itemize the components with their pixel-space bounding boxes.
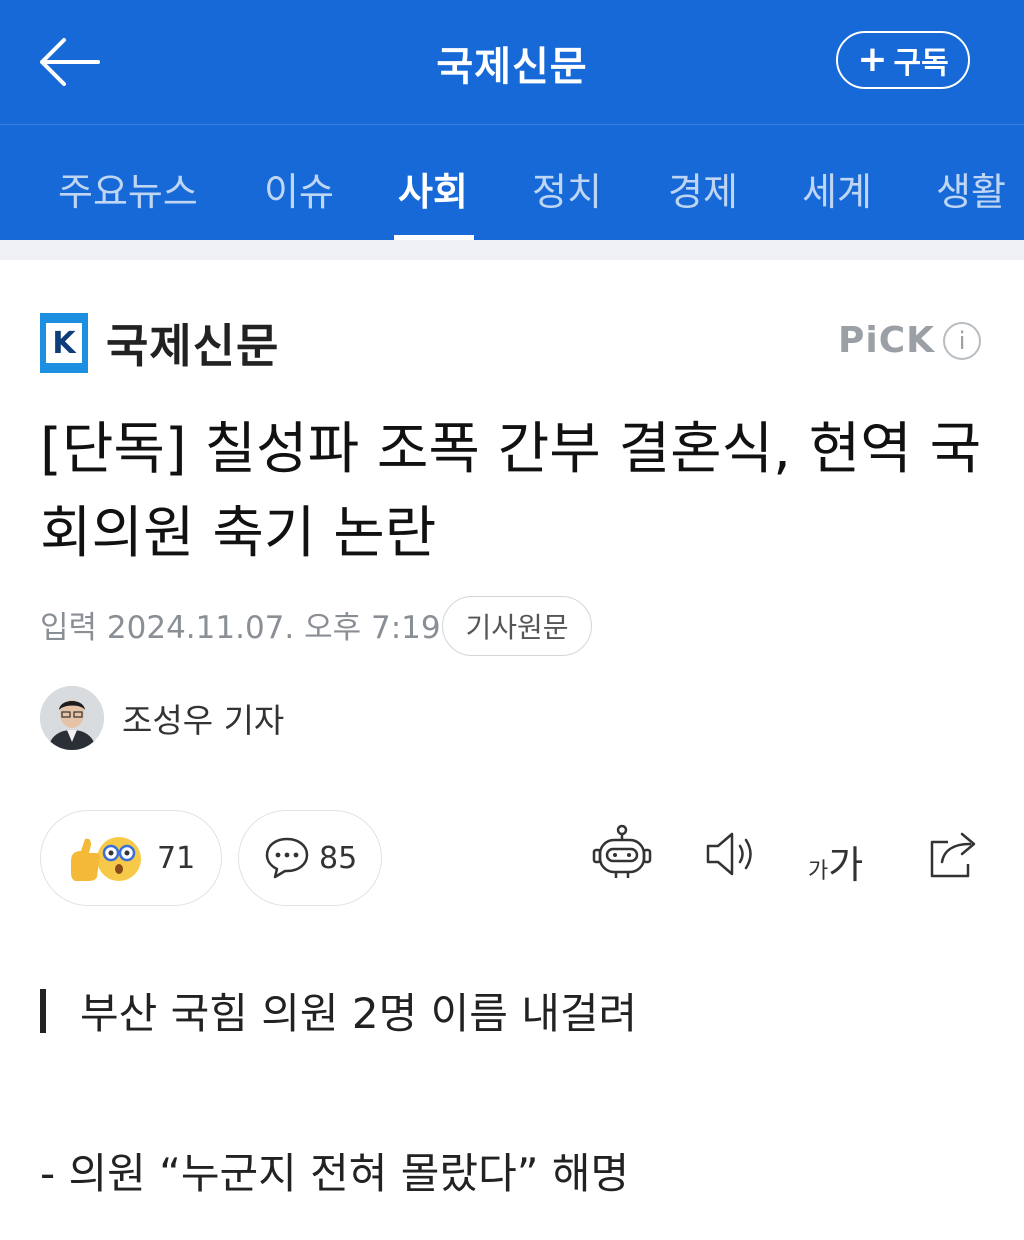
subscribe-button[interactable]: + 구독 xyxy=(836,31,970,89)
author-name: 조성우 기자 xyxy=(122,701,285,740)
press-logo[interactable]: K 국제신문 xyxy=(40,310,279,376)
tab-main-news[interactable]: 주요뉴스 xyxy=(58,161,198,216)
font-size-large-label: 가 xyxy=(828,843,864,887)
app-header: 국제신문 + 구독 xyxy=(0,0,1024,124)
tab-society[interactable]: 사회 xyxy=(398,161,468,216)
subheading-text: 부산 국힘 의원 2명 이름 내걸려 xyxy=(80,989,638,1038)
listen-button[interactable] xyxy=(700,822,764,886)
article-subheading: 부산 국힘 의원 2명 이름 내걸려 xyxy=(40,980,637,1041)
press-name: 국제신문 xyxy=(106,319,280,373)
comment-count: 85 xyxy=(319,840,358,876)
font-size-button[interactable]: 가가 xyxy=(808,834,863,889)
pick-badge[interactable]: PiCK i xyxy=(838,320,982,361)
author[interactable]: 조성우 기자 xyxy=(40,686,284,750)
tab-world[interactable]: 세계 xyxy=(802,161,872,216)
font-size-small-label: 가 xyxy=(808,859,829,884)
speaker-icon xyxy=(706,832,752,876)
info-icon[interactable]: i xyxy=(943,321,982,360)
share-icon xyxy=(930,832,976,878)
category-tabs: 주요뉴스 이슈 사회 정치 경제 세계 생활 xyxy=(0,124,1024,241)
tab-life[interactable]: 생활 xyxy=(936,161,1006,216)
section-divider xyxy=(0,240,1024,260)
share-button[interactable] xyxy=(922,822,986,886)
original-article-button[interactable]: 기사원문 xyxy=(442,596,592,656)
plus-icon: + xyxy=(857,39,888,80)
article-headline: [단독] 칠성파 조폭 간부 결혼식, 현역 국회의원 축기 논란 xyxy=(40,417,982,566)
reaction-count: 71 xyxy=(157,840,196,876)
reaction-button[interactable]: 71 xyxy=(40,810,222,906)
reaction-emoji-icon xyxy=(71,837,141,881)
avatar xyxy=(40,686,104,750)
tab-politics[interactable]: 정치 xyxy=(532,161,602,216)
subheading-bar xyxy=(40,988,46,1033)
press-logo-mark: K xyxy=(40,313,88,373)
pick-label: PiCK xyxy=(838,320,936,361)
tab-issue[interactable]: 이슈 xyxy=(264,161,334,216)
article-subline: - 의원 “누군지 전혀 몰랐다” 해명 xyxy=(40,1149,630,1198)
ai-summary-button[interactable] xyxy=(590,822,654,886)
subscribe-label: 구독 xyxy=(893,46,949,81)
comment-button[interactable]: 85 xyxy=(238,810,382,906)
comment-icon xyxy=(265,837,309,879)
tab-economy[interactable]: 경제 xyxy=(668,161,738,216)
robot-icon xyxy=(592,824,652,878)
publish-date: 입력 2024.11.07. 오후 7:19 xyxy=(40,610,441,646)
